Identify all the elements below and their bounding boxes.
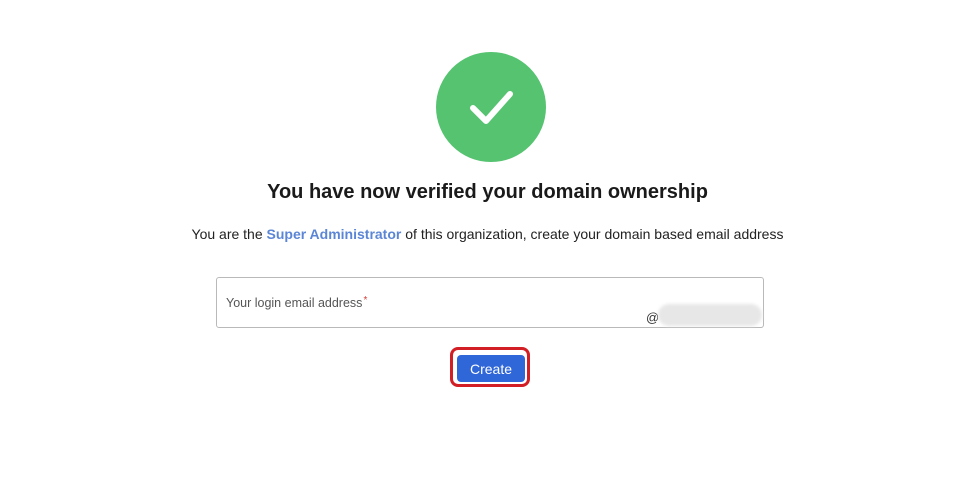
success-check-badge: [436, 52, 546, 162]
page-subtitle: You are the Super Administrator of this …: [0, 226, 975, 242]
subtitle-prefix: You are the: [191, 226, 263, 242]
create-button[interactable]: Create: [457, 355, 525, 382]
login-email-field[interactable]: Your login email address* @: [216, 277, 764, 328]
domain-verified-page: You have now verified your domain owners…: [0, 0, 975, 489]
redacted-domain: [658, 304, 762, 326]
subtitle-suffix: of this organization, create your domain…: [405, 226, 784, 242]
page-title: You have now verified your domain owners…: [267, 181, 708, 203]
required-marker: *: [363, 295, 368, 306]
role-link[interactable]: Super Administrator: [267, 226, 402, 242]
login-email-input[interactable]: [226, 306, 646, 324]
checkmark-icon: [470, 91, 513, 124]
